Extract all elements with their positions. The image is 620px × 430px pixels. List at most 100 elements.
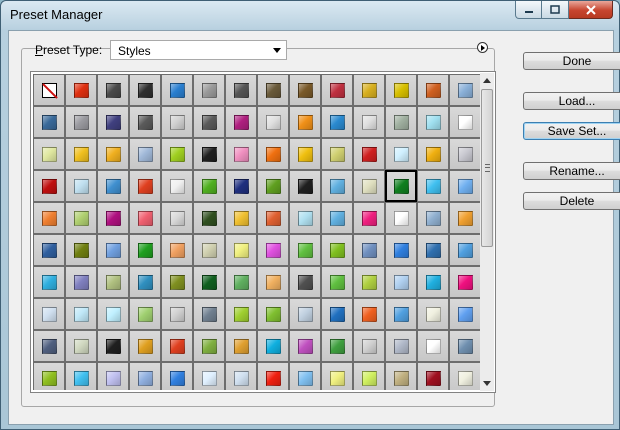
style-preset-cell[interactable] — [193, 202, 225, 234]
maximize-button[interactable] — [542, 1, 569, 19]
minimize-button[interactable] — [515, 1, 542, 19]
style-preset-cell[interactable] — [225, 106, 257, 138]
style-preset-cell[interactable] — [65, 74, 97, 106]
style-preset-cell[interactable] — [353, 202, 385, 234]
style-preset-cell[interactable] — [385, 170, 417, 202]
style-preset-cell[interactable] — [289, 330, 321, 362]
style-preset-cell[interactable] — [225, 266, 257, 298]
save-set-button[interactable]: Save Set... — [523, 122, 620, 140]
style-preset-cell[interactable] — [257, 138, 289, 170]
style-preset-cell[interactable] — [417, 74, 449, 106]
style-preset-cell[interactable] — [129, 234, 161, 266]
style-preset-cell[interactable] — [193, 362, 225, 390]
style-preset-cell[interactable] — [193, 330, 225, 362]
style-preset-cell[interactable] — [97, 298, 129, 330]
style-preset-cell[interactable] — [97, 74, 129, 106]
style-preset-cell[interactable] — [193, 170, 225, 202]
style-preset-cell[interactable] — [193, 138, 225, 170]
style-preset-cell[interactable] — [353, 362, 385, 390]
style-preset-cell[interactable] — [129, 202, 161, 234]
style-preset-cell[interactable] — [161, 362, 193, 390]
style-preset-cell[interactable] — [65, 202, 97, 234]
load-button[interactable]: Load... — [523, 92, 620, 110]
style-preset-cell[interactable] — [65, 330, 97, 362]
style-preset-cell[interactable] — [193, 234, 225, 266]
arrow-up-icon[interactable] — [483, 78, 491, 83]
style-preset-cell[interactable] — [97, 138, 129, 170]
style-preset-cell[interactable] — [33, 74, 65, 106]
style-preset-cell[interactable] — [353, 138, 385, 170]
style-preset-cell[interactable] — [353, 266, 385, 298]
style-preset-cell[interactable] — [97, 202, 129, 234]
style-preset-cell[interactable] — [321, 74, 353, 106]
circle-arrow-right-icon[interactable] — [477, 42, 488, 53]
title-bar[interactable]: Preset Manager — [1, 1, 619, 29]
style-preset-cell[interactable] — [65, 138, 97, 170]
style-preset-cell[interactable] — [385, 298, 417, 330]
style-preset-cell[interactable] — [33, 106, 65, 138]
style-preset-cell[interactable] — [97, 106, 129, 138]
delete-button[interactable]: Delete — [523, 192, 620, 210]
style-preset-cell[interactable] — [385, 362, 417, 390]
style-preset-cell[interactable] — [193, 106, 225, 138]
style-preset-cell[interactable] — [257, 362, 289, 390]
style-preset-cell[interactable] — [97, 266, 129, 298]
style-preset-cell[interactable] — [417, 170, 449, 202]
style-preset-cell[interactable] — [33, 202, 65, 234]
style-preset-cell[interactable] — [321, 138, 353, 170]
style-preset-cell[interactable] — [289, 106, 321, 138]
style-preset-cell[interactable] — [417, 202, 449, 234]
style-preset-cell[interactable] — [129, 298, 161, 330]
style-preset-cell[interactable] — [353, 234, 385, 266]
style-preset-cell[interactable] — [129, 330, 161, 362]
style-preset-cell[interactable] — [417, 234, 449, 266]
style-preset-cell[interactable] — [385, 106, 417, 138]
style-preset-cell[interactable] — [257, 266, 289, 298]
style-preset-cell[interactable] — [417, 266, 449, 298]
scrollbar-thumb[interactable] — [481, 89, 493, 247]
style-preset-cell[interactable] — [289, 170, 321, 202]
style-preset-cell[interactable] — [257, 298, 289, 330]
style-preset-cell[interactable] — [33, 298, 65, 330]
style-preset-cell[interactable] — [321, 234, 353, 266]
style-preset-cell[interactable] — [449, 170, 480, 202]
style-preset-cell[interactable] — [449, 330, 480, 362]
style-preset-cell[interactable] — [65, 362, 97, 390]
style-preset-cell[interactable] — [65, 298, 97, 330]
style-preset-cell[interactable] — [449, 266, 480, 298]
style-preset-cell[interactable] — [449, 106, 480, 138]
style-preset-cell[interactable] — [449, 74, 480, 106]
style-preset-cell[interactable] — [289, 362, 321, 390]
style-preset-cell[interactable] — [225, 74, 257, 106]
style-preset-cell[interactable] — [161, 298, 193, 330]
style-preset-cell[interactable] — [129, 266, 161, 298]
style-preset-cell[interactable] — [65, 234, 97, 266]
style-preset-cell[interactable] — [33, 138, 65, 170]
style-preset-cell[interactable] — [97, 234, 129, 266]
style-preset-cell[interactable] — [385, 202, 417, 234]
style-preset-cell[interactable] — [129, 74, 161, 106]
style-preset-cell[interactable] — [65, 266, 97, 298]
style-preset-cell[interactable] — [225, 138, 257, 170]
style-preset-cell[interactable] — [353, 170, 385, 202]
style-preset-cell[interactable] — [353, 106, 385, 138]
style-preset-cell[interactable] — [449, 234, 480, 266]
style-preset-cell[interactable] — [321, 170, 353, 202]
style-preset-cell[interactable] — [225, 298, 257, 330]
style-preset-cell[interactable] — [33, 170, 65, 202]
style-preset-cell[interactable] — [449, 202, 480, 234]
style-preset-cell[interactable] — [289, 138, 321, 170]
style-preset-cell[interactable] — [161, 234, 193, 266]
style-preset-cell[interactable] — [321, 202, 353, 234]
style-preset-cell[interactable] — [289, 74, 321, 106]
arrow-down-icon[interactable] — [483, 381, 491, 386]
style-preset-cell[interactable] — [353, 298, 385, 330]
style-preset-cell[interactable] — [161, 330, 193, 362]
style-preset-cell[interactable] — [449, 138, 480, 170]
style-preset-cell[interactable] — [353, 330, 385, 362]
style-preset-cell[interactable] — [417, 362, 449, 390]
style-preset-cell[interactable] — [65, 170, 97, 202]
style-preset-cell[interactable] — [289, 234, 321, 266]
style-preset-cell[interactable] — [385, 138, 417, 170]
style-preset-cell[interactable] — [97, 362, 129, 390]
